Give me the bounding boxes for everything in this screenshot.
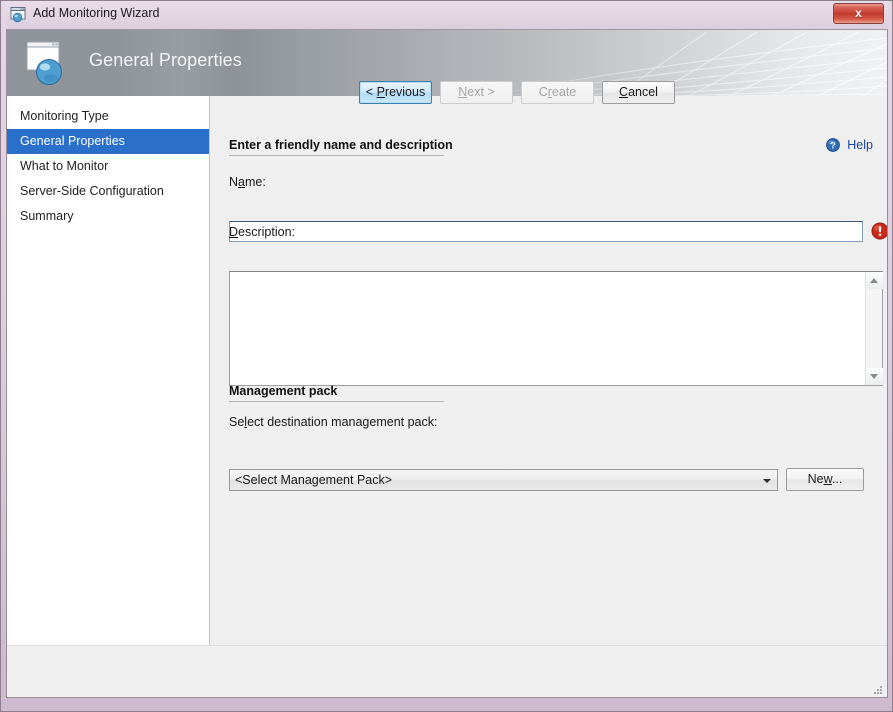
next-post: ext > <box>467 85 494 99</box>
scroll-down-button[interactable] <box>866 368 883 385</box>
management-pack-selected-value: <Select Management Pack> <box>235 473 392 487</box>
chevron-up-icon <box>870 278 878 283</box>
new-button-accelerator: w <box>824 472 832 486</box>
description-label-post: escription: <box>238 225 295 239</box>
new-management-pack-button[interactable]: New... <box>786 468 864 491</box>
mp-label-pre: Se <box>229 415 244 429</box>
error-exclamation-icon[interactable] <box>871 222 888 240</box>
sidebar-item-general-properties[interactable]: General Properties <box>7 129 209 154</box>
wizard-content-panel: ? Help Enter a friendly name and descrip… <box>211 96 887 645</box>
title-bar[interactable]: Add Monitoring Wizard x <box>6 1 889 29</box>
next-accelerator: N <box>458 85 467 99</box>
scroll-up-button[interactable] <box>866 272 883 289</box>
wizard-page-icon <box>25 40 75 88</box>
wizard-step-nav: Monitoring Type General Properties What … <box>7 96 210 645</box>
close-button[interactable]: x <box>833 3 884 24</box>
wizard-window-icon <box>10 6 28 23</box>
description-label-accelerator: D <box>229 225 238 239</box>
previous-accelerator: P <box>377 85 385 99</box>
banner-heading: General Properties <box>89 50 242 71</box>
description-field-wrapper <box>229 271 883 386</box>
previous-pre: < <box>366 85 377 99</box>
management-pack-label: Select destination management pack: <box>229 415 437 429</box>
description-input[interactable] <box>230 272 865 385</box>
name-label: Name: <box>229 175 266 189</box>
section-heading-management-pack: Management pack <box>229 384 444 402</box>
help-label: Help <box>847 138 873 152</box>
wizard-window: Add Monitoring Wizard x <box>0 0 893 712</box>
section-heading-friendly-name: Enter a friendly name and description <box>229 138 444 156</box>
chevron-down-icon <box>763 479 771 483</box>
new-button-pre: Ne <box>808 472 824 486</box>
name-label-post: me: <box>245 175 266 189</box>
name-label-pre: N <box>229 175 238 189</box>
window-title: Add Monitoring Wizard <box>33 6 159 20</box>
create-pre: C <box>539 85 548 99</box>
management-pack-dropdown[interactable]: <Select Management Pack> <box>229 469 778 491</box>
next-button: Next > <box>440 81 513 104</box>
create-button: Create <box>521 81 594 104</box>
help-link[interactable]: ? Help <box>826 138 873 155</box>
name-label-accelerator: a <box>238 175 245 189</box>
chevron-down-icon <box>870 374 878 379</box>
window-inner: Add Monitoring Wizard x <box>6 1 889 704</box>
wizard-footer <box>7 645 887 697</box>
sidebar-item-monitoring-type[interactable]: Monitoring Type <box>7 104 209 129</box>
help-circle-icon: ? <box>826 141 843 155</box>
name-input[interactable] <box>229 221 863 242</box>
description-label: Description: <box>229 225 295 239</box>
client-area: General Properties Monitoring Type Gener… <box>6 29 888 698</box>
sidebar-item-server-side-configuration[interactable]: Server-Side Configuration <box>7 179 209 204</box>
previous-button[interactable]: < Previous <box>359 81 432 104</box>
cancel-accelerator: C <box>619 85 628 99</box>
sidebar-item-what-to-monitor[interactable]: What to Monitor <box>7 154 209 179</box>
cancel-button[interactable]: Cancel <box>602 81 675 104</box>
cancel-post: ancel <box>628 85 658 99</box>
mp-label-post: ect destination management pack: <box>247 415 437 429</box>
sidebar-item-summary[interactable]: Summary <box>7 204 209 229</box>
resize-grip[interactable] <box>872 683 884 695</box>
svg-text:?: ? <box>830 140 836 150</box>
previous-post: revious <box>385 85 425 99</box>
new-button-post: ... <box>832 472 842 486</box>
description-scrollbar[interactable] <box>865 272 882 385</box>
create-post: eate <box>552 85 576 99</box>
